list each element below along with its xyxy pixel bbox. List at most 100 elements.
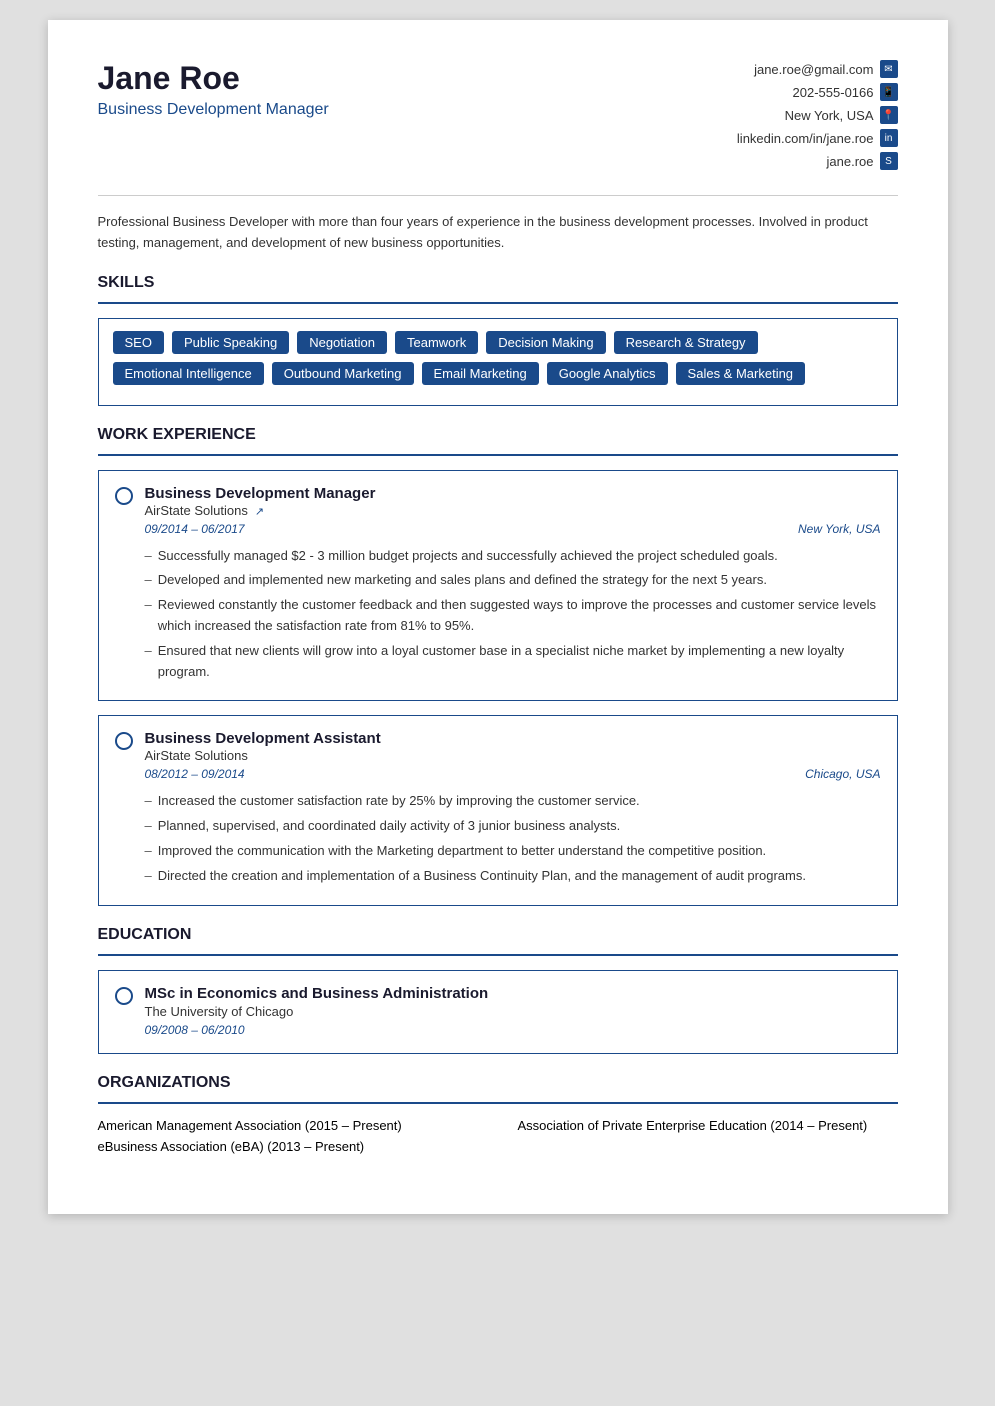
skype-icon: S — [880, 152, 898, 170]
bullet-text: Reviewed constantly the customer feedbac… — [158, 595, 881, 637]
header-left: Jane Roe Business Development Manager — [98, 60, 329, 119]
company-name: AirState Solutions — [145, 748, 881, 763]
edu-dates: 09/2008 – 06/2010 — [145, 1023, 489, 1037]
skill-tag: Public Speaking — [172, 331, 289, 354]
work-item-header: Business Development AssistantAirState S… — [115, 730, 881, 789]
timeline-dot — [115, 487, 133, 505]
skill-tag: Negotiation — [297, 331, 387, 354]
bullet-text: Ensured that new clients will grow into … — [158, 641, 881, 683]
location-text: New York, USA — [785, 108, 874, 123]
work-item: Business Development ManagerAirState Sol… — [98, 470, 898, 702]
skill-tag: Emotional Intelligence — [113, 362, 264, 385]
bullet-item: –Successfully managed $2 - 3 million bud… — [145, 546, 881, 567]
organizations-title: ORGANIZATIONS — [98, 1074, 898, 1092]
org-apee: Association of Private Enterprise Educat… — [518, 1118, 898, 1133]
work-item: Business Development AssistantAirState S… — [98, 715, 898, 905]
linkedin-icon: in — [880, 129, 898, 147]
bullet-dash: – — [145, 816, 152, 837]
edu-item-header: MSc in Economics and Business Administra… — [115, 985, 881, 1037]
external-link-icon[interactable]: ↗ — [252, 506, 264, 518]
edu-container: MSc in Economics and Business Administra… — [98, 970, 898, 1054]
org-ama: American Management Association (2015 – … — [98, 1118, 478, 1133]
job-location: New York, USA — [798, 522, 880, 536]
bullet-dash: – — [145, 546, 152, 567]
bullet-item: –Planned, supervised, and coordinated da… — [145, 816, 881, 837]
skill-tag: Outbound Marketing — [272, 362, 414, 385]
orgs-container: American Management Association (2015 – … — [98, 1118, 898, 1154]
location-icon: 📍 — [880, 106, 898, 124]
orgs-top-row: American Management Association (2015 – … — [98, 1118, 898, 1133]
bullet-text: Planned, supervised, and coordinated dai… — [158, 816, 621, 837]
header-right: jane.roe@gmail.com ✉ 202-555-0166 📱 New … — [737, 60, 898, 175]
bullet-dash: – — [145, 841, 152, 862]
education-section: EDUCATION MSc in Economics and Business … — [98, 926, 898, 1054]
resume-header: Jane Roe Business Development Manager ja… — [98, 60, 898, 175]
summary-text: Professional Business Developer with mor… — [98, 195, 898, 254]
organizations-section: ORGANIZATIONS American Management Associ… — [98, 1074, 898, 1154]
contact-linkedin-row: linkedin.com/in/jane.roe in — [737, 129, 898, 147]
timeline-dot — [115, 987, 133, 1005]
skills-row-2: Emotional Intelligence Outbound Marketing… — [113, 362, 883, 385]
job-title: Business Development Assistant — [145, 730, 881, 747]
bullet-item: –Improved the communication with the Mar… — [145, 841, 881, 862]
phone-text: 202-555-0166 — [793, 85, 874, 100]
skills-container: SEO Public Speaking Negotiation Teamwork Dec… — [98, 318, 898, 406]
job-bullets: –Successfully managed $2 - 3 million bud… — [145, 546, 881, 683]
linkedin-text: linkedin.com/in/jane.roe — [737, 131, 874, 146]
bullet-text: Directed the creation and implementation… — [158, 866, 806, 887]
bullet-text: Successfully managed $2 - 3 million budg… — [158, 546, 778, 567]
work-divider — [98, 454, 898, 456]
resume-document: Jane Roe Business Development Manager ja… — [48, 20, 948, 1214]
work-item-info: Business Development ManagerAirState Sol… — [145, 485, 881, 544]
edu-school: The University of Chicago — [145, 1004, 489, 1019]
contact-skype-row: jane.roe S — [737, 152, 898, 170]
skill-tag: Email Marketing — [422, 362, 539, 385]
bullet-dash: – — [145, 570, 152, 591]
skills-title: SKILLS — [98, 274, 898, 292]
skills-divider — [98, 302, 898, 304]
skill-tag: Research & Strategy — [614, 331, 758, 354]
contact-location-row: New York, USA 📍 — [737, 106, 898, 124]
bullet-dash: – — [145, 866, 152, 887]
email-text: jane.roe@gmail.com — [754, 62, 873, 77]
bullet-dash: – — [145, 641, 152, 683]
work-container: Business Development ManagerAirState Sol… — [98, 470, 898, 906]
skype-text: jane.roe — [827, 154, 874, 169]
date-location-row: 08/2012 – 09/2014 Chicago, USA — [145, 767, 881, 781]
organizations-divider — [98, 1102, 898, 1104]
edu-degree: MSc in Economics and Business Administra… — [145, 985, 489, 1002]
timeline-dot — [115, 732, 133, 750]
contact-email-row: jane.roe@gmail.com ✉ — [737, 60, 898, 78]
bullet-item: –Ensured that new clients will grow into… — [145, 641, 881, 683]
skill-tag: Decision Making — [486, 331, 605, 354]
work-item-info: Business Development AssistantAirState S… — [145, 730, 881, 789]
bullet-text: Developed and implemented new marketing … — [158, 570, 767, 591]
education-item: MSc in Economics and Business Administra… — [98, 970, 898, 1054]
job-bullets: –Increased the customer satisfaction rat… — [145, 791, 881, 886]
skill-tag: Teamwork — [395, 331, 478, 354]
job-title: Business Development Manager — [145, 485, 881, 502]
org-eba: eBusiness Association (eBA) (2013 – Pres… — [98, 1139, 898, 1154]
job-location: Chicago, USA — [805, 767, 880, 781]
job-dates: 09/2014 – 06/2017 — [145, 522, 245, 536]
job-dates: 08/2012 – 09/2014 — [145, 767, 245, 781]
bullet-dash: – — [145, 595, 152, 637]
bullet-item: –Reviewed constantly the customer feedba… — [145, 595, 881, 637]
bullet-item: –Developed and implemented new marketing… — [145, 570, 881, 591]
company-name: AirState Solutions ↗ — [145, 503, 881, 518]
contact-phone-row: 202-555-0166 📱 — [737, 83, 898, 101]
skill-tag: SEO — [113, 331, 164, 354]
education-divider — [98, 954, 898, 956]
skills-section: SKILLS SEO Public Speaking Negotiation Team… — [98, 274, 898, 406]
skill-tag: Sales & Marketing — [676, 362, 806, 385]
work-section: WORK EXPERIENCE Business Development Man… — [98, 426, 898, 906]
bullet-dash: – — [145, 791, 152, 812]
edu-item-info: MSc in Economics and Business Administra… — [145, 985, 489, 1037]
work-item-header: Business Development ManagerAirState Sol… — [115, 485, 881, 544]
work-title: WORK EXPERIENCE — [98, 426, 898, 444]
bullet-item: –Increased the customer satisfaction rat… — [145, 791, 881, 812]
candidate-title: Business Development Manager — [98, 101, 329, 119]
skill-tag: Google Analytics — [547, 362, 668, 385]
bullet-text: Increased the customer satisfaction rate… — [158, 791, 640, 812]
education-title: EDUCATION — [98, 926, 898, 944]
